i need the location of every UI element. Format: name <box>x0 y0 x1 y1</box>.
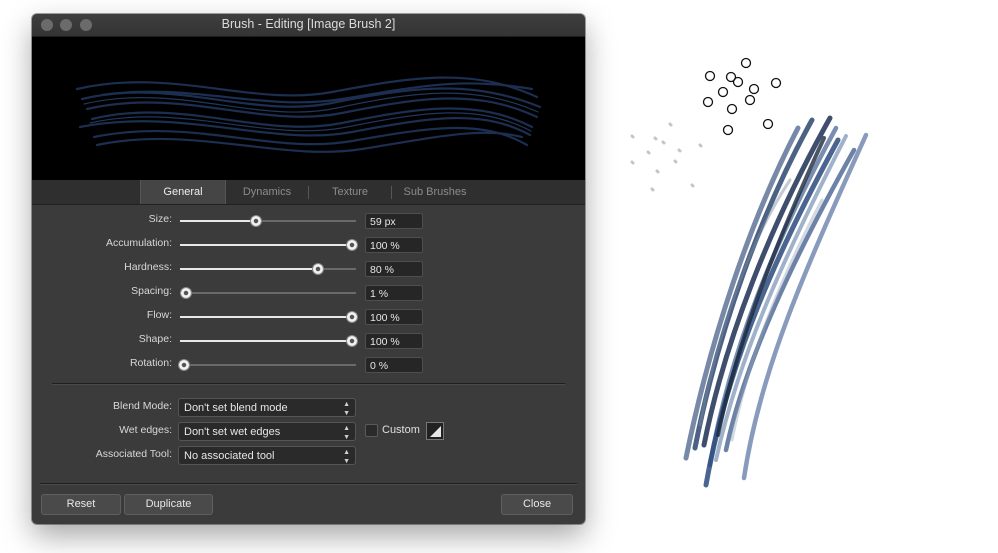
associated-tool-select[interactable]: No associated tool ▲ ▼ <box>178 446 356 465</box>
curve-icon <box>430 426 441 437</box>
slider-label: Flow: <box>146 309 172 321</box>
slider-label: Rotation: <box>129 357 172 369</box>
slider-track[interactable] <box>180 216 356 226</box>
slider-knob[interactable] <box>179 360 189 370</box>
reset-button[interactable]: Reset <box>41 494 121 515</box>
slider-value-field[interactable]: 100 % <box>365 237 423 253</box>
slider-track[interactable] <box>179 360 356 370</box>
wet-edges-value: Don't set wet edges <box>184 426 281 438</box>
slider-label: Accumulation: <box>106 237 172 249</box>
slider-fill <box>180 316 356 318</box>
slider-knob[interactable] <box>347 336 357 346</box>
slider-value-field[interactable]: 80 % <box>365 261 423 277</box>
wet-edges-curve-swatch[interactable] <box>426 422 444 440</box>
slider-fill <box>180 244 356 246</box>
associated-tool-value: No associated tool <box>184 450 275 462</box>
updown-arrows-icon: ▲ ▼ <box>343 425 350 441</box>
custom-label: Custom <box>382 424 420 436</box>
slider-value-field[interactable]: 100 % <box>365 309 423 325</box>
slider-knob[interactable] <box>313 264 324 274</box>
tab-general[interactable]: General <box>140 180 226 204</box>
updown-arrows-icon: ▲ ▼ <box>343 401 350 417</box>
tab-bar: General Dynamics Texture Sub Brushes <box>32 180 585 205</box>
section-divider <box>52 383 565 385</box>
slider-label: Spacing: <box>131 285 172 297</box>
slider-fill <box>180 220 256 222</box>
associated-tool-label: Associated Tool: <box>95 448 172 460</box>
slider-track[interactable] <box>180 264 356 274</box>
brush-preview <box>32 37 585 180</box>
slider-value-field[interactable]: 1 % <box>365 285 423 301</box>
blend-mode-label: Blend Mode: <box>113 400 172 412</box>
wet-edges-select[interactable]: Don't set wet edges ▲ ▼ <box>178 422 356 441</box>
close-button[interactable]: Close <box>501 494 573 515</box>
slider-value-field[interactable]: 100 % <box>365 333 423 349</box>
slider-knob[interactable] <box>347 312 357 322</box>
slider-track[interactable] <box>180 336 357 346</box>
slider-label: Hardness: <box>124 261 172 273</box>
canvas-brush-strokes <box>630 57 869 488</box>
tab-sub-brushes[interactable]: Sub Brushes <box>392 180 478 204</box>
slider-value-field[interactable]: 0 % <box>365 357 423 373</box>
window-title: Brush - Editing [Image Brush 2] <box>221 17 396 31</box>
slider-knob[interactable] <box>347 240 357 250</box>
slider-knob[interactable] <box>180 288 191 298</box>
slider-value-field[interactable]: 59 px <box>365 213 423 229</box>
slider-fill <box>180 340 356 342</box>
tab-texture[interactable]: Texture <box>309 180 391 204</box>
slider-label: Size: <box>148 213 172 225</box>
footer-divider <box>40 483 577 485</box>
tab-dynamics[interactable]: Dynamics <box>226 180 308 204</box>
duplicate-button[interactable]: Duplicate <box>124 494 213 515</box>
blend-mode-value: Don't set blend mode <box>184 402 288 414</box>
brush-editor-dialog: Brush - Editing [Image Brush 2] General … <box>32 14 585 524</box>
slider-track[interactable] <box>180 312 357 322</box>
brush-preview-stroke <box>75 76 542 153</box>
document-canvas[interactable] <box>600 40 980 505</box>
custom-checkbox[interactable] <box>365 424 378 437</box>
slider-fill <box>180 268 321 270</box>
slider-track[interactable] <box>180 288 356 298</box>
slider-label: Shape: <box>138 333 172 345</box>
blend-mode-select[interactable]: Don't set blend mode ▲ ▼ <box>178 398 356 417</box>
wet-edges-label: Wet edges: <box>119 424 172 436</box>
title-bar[interactable]: Brush - Editing [Image Brush 2] <box>32 14 585 37</box>
slider-track[interactable] <box>180 240 357 250</box>
updown-arrows-icon: ▲ ▼ <box>343 449 350 465</box>
slider-knob[interactable] <box>251 216 262 226</box>
